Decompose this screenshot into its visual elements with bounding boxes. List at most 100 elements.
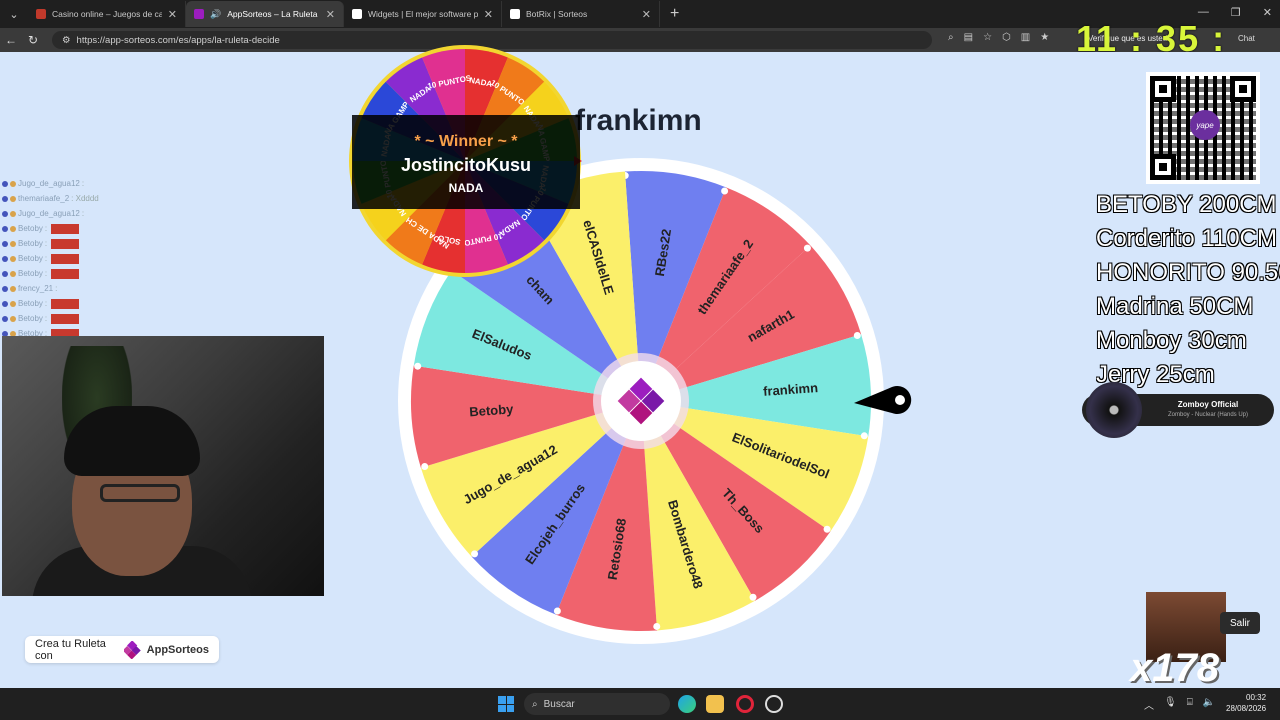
taskbar-date: 28/08/2026 bbox=[1226, 704, 1267, 713]
salir-button[interactable]: Salir bbox=[1220, 612, 1260, 634]
close-tab-icon[interactable]: ✕ bbox=[168, 8, 177, 21]
chat-message: frency_21 : bbox=[2, 281, 162, 296]
create-wheel-promo[interactable]: Crea tu Ruleta con AppSorteos bbox=[25, 636, 219, 663]
tab-list-chevron-icon[interactable]: ⌄ bbox=[0, 0, 28, 28]
close-tab-icon[interactable]: ✕ bbox=[484, 8, 493, 21]
chat-message: Betoby : bbox=[2, 311, 162, 326]
toolbar-icons: ⌕ ▤ ☆ ⬡ ▥ ★ bbox=[948, 32, 1049, 43]
chat-message: Betoby : bbox=[2, 266, 162, 281]
taskbar-clock[interactable]: 00:32 28/08/2026 bbox=[1226, 692, 1266, 714]
chat-message: themariaafe_2 : Xdddd bbox=[2, 191, 162, 206]
now-playing-title: Zomboy Official bbox=[1177, 400, 1239, 409]
badge-icon bbox=[2, 225, 8, 232]
tab-title: Widgets | El mejor software para p bbox=[368, 9, 478, 19]
chat-username: frency_21 bbox=[18, 284, 54, 293]
search-icon: ⌕ bbox=[532, 698, 538, 710]
windows-start-icon[interactable] bbox=[498, 696, 514, 712]
badge-icon bbox=[10, 210, 16, 217]
streamer-glasses bbox=[100, 484, 180, 502]
site-info-icon[interactable]: ⚙ bbox=[62, 35, 71, 46]
chat-username: Jugo_de_agua12 bbox=[18, 179, 80, 188]
badge-icon bbox=[2, 240, 8, 247]
badge-icon bbox=[2, 180, 8, 187]
reload-icon[interactable]: ↻ bbox=[22, 33, 44, 47]
winner-prize: NADA bbox=[448, 181, 484, 195]
webcam-feed bbox=[2, 336, 324, 596]
chat-text: : bbox=[44, 239, 48, 248]
speaker-icon[interactable]: 🔊 bbox=[210, 9, 221, 20]
now-playing-widget: Zomboy Official Zomboy - Nuclear (Hands … bbox=[1082, 382, 1274, 438]
badge-icon bbox=[10, 285, 16, 292]
ranking-item: HONORITO 90.50 bbox=[1096, 259, 1280, 286]
tab-title: BotRix | Sorteos bbox=[526, 9, 588, 19]
chat-message: Jugo_de_agua12 : bbox=[2, 176, 162, 191]
ranking-item: BETOBY 200CM bbox=[1096, 191, 1277, 218]
new-tab-icon[interactable]: + bbox=[670, 5, 679, 23]
chat-message: Jugo_de_agua12 : bbox=[2, 206, 162, 221]
favorites-icon[interactable]: ★ bbox=[1040, 32, 1049, 43]
badge-icon bbox=[10, 225, 16, 232]
streamer-hair bbox=[64, 406, 200, 476]
appsorteos-favicon-icon bbox=[194, 9, 204, 19]
wheel-peg bbox=[860, 432, 868, 440]
combo-counter: x178 bbox=[1130, 646, 1219, 690]
badge-icon bbox=[10, 180, 16, 187]
tab-appsorteos[interactable]: 🔊 AppSorteos – La Ruleta de la ✕ bbox=[186, 1, 344, 27]
volume-icon[interactable]: 🔈 bbox=[1203, 697, 1215, 712]
favorite-star-icon[interactable]: ☆ bbox=[983, 32, 992, 43]
winner-overlay: * ~ Winner ~ * JostincitoKusu NADA bbox=[352, 115, 580, 209]
ranking-item: Corderito 110CM bbox=[1096, 225, 1277, 252]
badge-icon bbox=[10, 195, 16, 202]
chat-text: : Xdddd bbox=[71, 194, 99, 203]
chat-message: Betoby : bbox=[2, 236, 162, 251]
ranking-item: Monboy 30cm bbox=[1096, 327, 1247, 354]
close-tab-icon[interactable]: ✕ bbox=[642, 8, 651, 21]
close-tab-icon[interactable]: ✕ bbox=[326, 8, 335, 21]
file-explorer-icon[interactable] bbox=[706, 695, 724, 713]
chat-text: : bbox=[44, 254, 48, 263]
wheel-peg bbox=[553, 607, 561, 615]
zoom-icon[interactable]: ⌕ bbox=[948, 32, 954, 43]
edge-icon[interactable] bbox=[678, 695, 696, 713]
url-text: https://app-sorteos.com/es/apps/la-rulet… bbox=[76, 34, 280, 46]
chat-text: : bbox=[44, 299, 48, 308]
chat-username: Jugo_de_agua12 bbox=[18, 209, 80, 218]
emote-image bbox=[51, 253, 80, 264]
opera-icon[interactable] bbox=[736, 695, 754, 713]
obs-icon[interactable] bbox=[765, 695, 783, 713]
tab-botrix[interactable]: BotRix | Sorteos ✕ bbox=[502, 1, 660, 27]
chat-text: : bbox=[44, 314, 48, 323]
reader-icon[interactable]: ▤ bbox=[964, 32, 973, 43]
wheel-peg bbox=[803, 244, 811, 252]
badge-icon bbox=[2, 285, 8, 292]
badge-icon bbox=[2, 300, 8, 307]
chevron-up-icon[interactable]: ︿ bbox=[1144, 697, 1154, 712]
chat-text: : bbox=[44, 224, 48, 233]
wheel-peg bbox=[653, 622, 661, 630]
chat-text: : bbox=[55, 284, 58, 293]
emote-image bbox=[51, 298, 80, 309]
search-label: Buscar bbox=[543, 698, 575, 710]
chat-username: Betoby bbox=[18, 314, 43, 323]
badge-icon bbox=[10, 240, 16, 247]
badge-icon bbox=[10, 315, 16, 322]
badge-icon bbox=[10, 255, 16, 262]
extensions-icon[interactable]: ⬡ bbox=[1002, 32, 1011, 43]
wheel-peg bbox=[749, 593, 757, 601]
tab-widgets[interactable]: Widgets | El mejor software para p ✕ bbox=[344, 1, 502, 27]
chat-username: Betoby bbox=[18, 299, 43, 308]
network-icon[interactable]: ⌸ bbox=[1187, 697, 1193, 712]
chat-text: : bbox=[81, 209, 85, 218]
ranking-item: Madrina 50CM bbox=[1096, 293, 1254, 320]
chat-username: Betoby bbox=[18, 269, 43, 278]
microphone-icon[interactable]: 🎙 bbox=[1164, 697, 1177, 712]
wheel-hub[interactable] bbox=[601, 361, 681, 441]
promo-brand: AppSorteos bbox=[146, 643, 209, 656]
tab-title: AppSorteos – La Ruleta de la bbox=[227, 9, 320, 19]
taskbar-search[interactable]: ⌕ Buscar bbox=[524, 693, 670, 715]
back-icon[interactable]: ← bbox=[0, 33, 22, 47]
tab-casino[interactable]: Casino online – Juegos de casino ✕ bbox=[28, 1, 186, 27]
split-icon[interactable]: ▥ bbox=[1021, 32, 1030, 43]
tab-title: Casino online – Juegos de casino bbox=[52, 9, 162, 19]
taskbar-time: 00:32 bbox=[1246, 693, 1267, 702]
